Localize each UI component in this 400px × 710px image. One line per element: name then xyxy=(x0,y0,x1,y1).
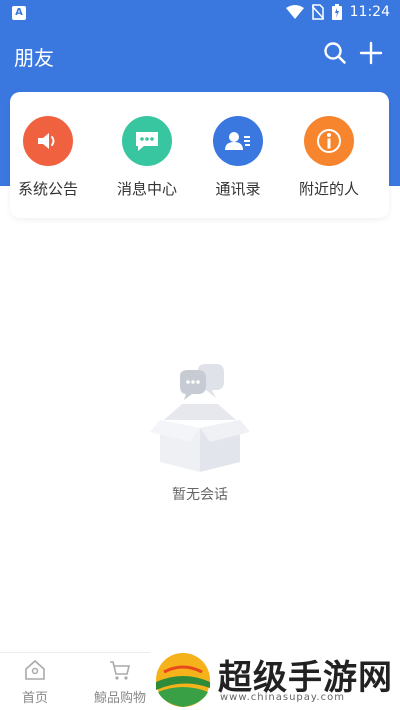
watermark-logo-icon xyxy=(156,653,210,707)
watermark-url: www.chinasupay.com xyxy=(220,692,345,703)
status-bar: A 11:24 xyxy=(0,0,400,28)
menu-label: 附近的人 xyxy=(298,180,359,198)
clock: 11:24 xyxy=(349,4,390,20)
cart-icon xyxy=(110,661,131,680)
quick-menu-card: 系统公告 消息中心 通讯录 附近的人 xyxy=(10,92,389,218)
watermark: 超级手游网 www.chinasupay.com xyxy=(150,648,400,710)
empty-state: 暂无会话 xyxy=(140,362,260,512)
contacts-icon xyxy=(213,116,263,166)
menu-item-nearby[interactable]: 附近的人 xyxy=(281,116,377,206)
search-icon[interactable] xyxy=(322,40,348,66)
nav-item-shopping[interactable]: 鯨品购物 xyxy=(85,659,155,706)
location-info-icon xyxy=(304,116,354,166)
battery-icon xyxy=(331,4,342,20)
status-icons: 11:24 xyxy=(285,4,390,20)
no-sim-icon xyxy=(311,4,324,20)
menu-label: 通讯录 xyxy=(215,180,261,198)
chat-bubble-icon xyxy=(122,116,172,166)
nav-item-home[interactable]: 首页 xyxy=(0,659,70,706)
wifi-icon xyxy=(285,5,304,19)
page-title: 朋友 xyxy=(14,46,54,70)
menu-item-messages[interactable]: 消息中心 xyxy=(99,116,195,206)
empty-state-text: 暂无会话 xyxy=(172,487,228,503)
menu-item-contacts[interactable]: 通讯录 xyxy=(190,116,286,206)
add-icon[interactable] xyxy=(358,40,384,66)
nav-label: 鯨品购物 xyxy=(93,691,146,706)
empty-box-icon xyxy=(150,364,250,472)
nav-label: 首页 xyxy=(21,691,48,706)
home-icon xyxy=(25,659,45,680)
menu-label: 系统公告 xyxy=(17,180,78,198)
menu-item-announcements[interactable]: 系统公告 xyxy=(0,116,96,206)
app-notification-icon: A xyxy=(12,6,26,20)
menu-label: 消息中心 xyxy=(116,180,177,198)
speaker-icon xyxy=(23,116,73,166)
